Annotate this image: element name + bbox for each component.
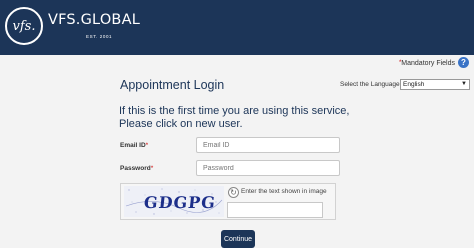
language-label: Select the Language bbox=[340, 81, 400, 88]
email-required-asterisk: * bbox=[145, 142, 149, 149]
password-required-asterisk: * bbox=[150, 165, 154, 172]
captcha-input[interactable] bbox=[227, 202, 323, 218]
email-label-text: Email ID bbox=[120, 142, 146, 149]
brand-name: VFS.GLOBAL bbox=[48, 12, 140, 28]
captcha-panel: GDGPG ↻ Enter the text shown in image bbox=[120, 183, 336, 220]
top-header-bar: vfs. VFS.GLOBAL EST. 2001 bbox=[0, 0, 474, 55]
password-label-text: Password bbox=[120, 165, 151, 172]
continue-button[interactable]: Continue bbox=[221, 230, 255, 248]
brand-tagline: EST. 2001 bbox=[86, 34, 113, 39]
captcha-hint: Enter the text shown in image bbox=[241, 188, 327, 195]
mandatory-fields-note: *Mandatory Fields bbox=[399, 60, 455, 67]
chevron-down-icon: ▼ bbox=[461, 81, 467, 87]
language-selected-value: English bbox=[403, 81, 425, 88]
mandatory-fields-label: Mandatory Fields bbox=[401, 60, 455, 67]
intro-text: If this is the first time you are using … bbox=[119, 105, 350, 130]
page-title: Appointment Login bbox=[120, 78, 225, 92]
refresh-icon[interactable]: ↻ bbox=[228, 187, 239, 198]
captcha-text: GDGPG bbox=[143, 193, 217, 212]
password-label: Password* bbox=[120, 165, 153, 172]
captcha-image: GDGPG bbox=[124, 186, 224, 217]
email-label: Email ID* bbox=[120, 142, 148, 149]
language-select[interactable]: English ▼ bbox=[400, 79, 470, 90]
help-icon[interactable]: ? bbox=[458, 57, 469, 68]
vfs-logo-icon[interactable]: vfs. bbox=[5, 7, 43, 45]
email-field[interactable] bbox=[196, 137, 340, 153]
password-field[interactable] bbox=[196, 160, 340, 176]
